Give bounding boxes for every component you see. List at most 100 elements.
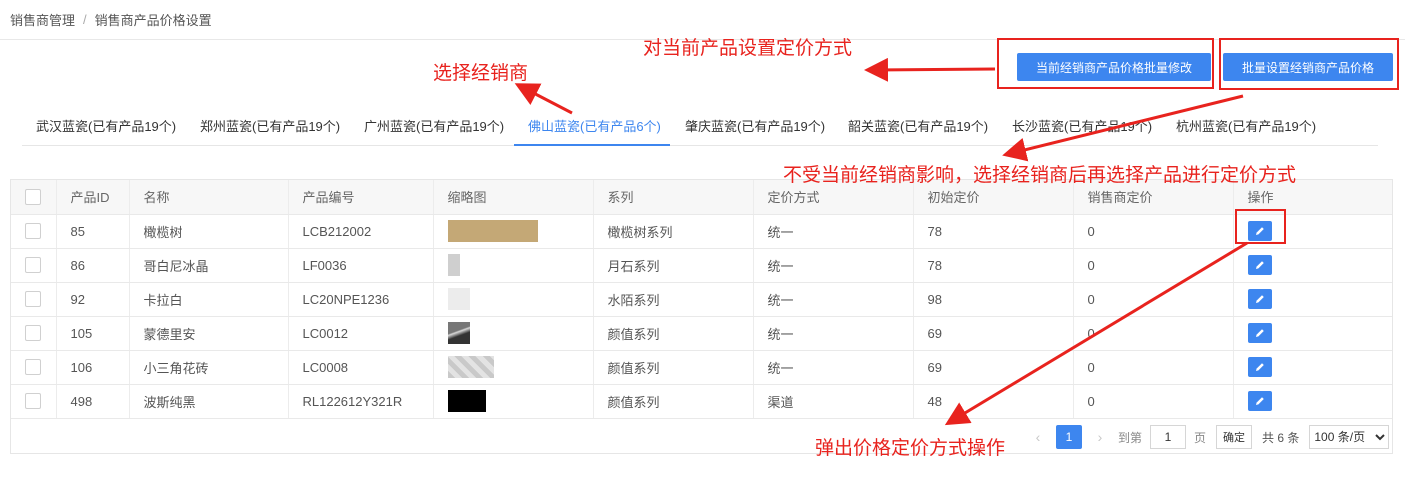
cell-dealer-price: 0 (1073, 214, 1234, 249)
select-all-checkbox[interactable] (25, 189, 41, 206)
cell-name: 小三角花砖 (129, 350, 289, 385)
product-thumbnail (447, 288, 470, 310)
table-row: 106 小三角花砖 LC0008 颜值系列 统一 69 0 (11, 350, 1392, 385)
cell-product-code: LC0008 (288, 350, 434, 385)
annotation-set-pricing: 对当前产品设置定价方式 (643, 37, 853, 59)
cell-dealer-price: 0 (1073, 350, 1234, 385)
pagination: ‹ 1 › 到第 页 确定 共 6 条 100 条/页 (1028, 424, 1390, 450)
cell-dealer-price: 0 (1073, 316, 1234, 351)
tab-dealer-foshan[interactable]: 佛山蓝瓷(已有产品6个) (514, 108, 670, 146)
tab-dealer-changsha[interactable]: 长沙蓝瓷(已有产品19个) (1012, 108, 1152, 146)
row-checkbox[interactable] (25, 291, 41, 308)
header-product-code: 产品编号 (288, 180, 434, 215)
page-unit-label: 页 (1194, 430, 1207, 445)
cell-product-code: LF0036 (288, 248, 434, 283)
header-select-all[interactable] (11, 180, 57, 215)
pencil-icon (1255, 227, 1264, 235)
batch-set-price-button[interactable]: 批量设置经销商产品价格 (1223, 53, 1393, 81)
goto-label: 到第 (1118, 430, 1143, 445)
cell-initial-price: 48 (913, 384, 1074, 419)
edit-pricing-button[interactable] (1247, 289, 1272, 309)
batch-edit-price-button[interactable]: 当前经销商产品价格批量修改 (1017, 53, 1211, 81)
cell-name: 橄榄树 (129, 214, 289, 249)
cell-name: 哥白尼冰晶 (129, 248, 289, 283)
header-series: 系列 (593, 180, 754, 215)
cell-series: 颜值系列 (593, 384, 754, 419)
table-row: 105 蒙德里安 LC0012 颜值系列 统一 69 0 (11, 316, 1392, 351)
table-row: 85 橄榄树 LCB212002 橄榄树系列 统一 78 0 (11, 214, 1392, 249)
cell-dealer-price: 0 (1073, 282, 1234, 317)
product-thumbnail (447, 254, 460, 276)
cell-pricing-method: 统一 (753, 316, 914, 351)
cell-product-id: 86 (56, 248, 130, 283)
product-thumbnail (447, 390, 486, 412)
pencil-icon (1255, 295, 1264, 303)
cell-name: 蒙德里安 (129, 316, 289, 351)
cell-dealer-price: 0 (1073, 384, 1234, 419)
product-thumbnail (447, 322, 470, 344)
page-size-select[interactable]: 100 条/页 (1309, 425, 1390, 449)
row-checkbox[interactable] (25, 257, 41, 274)
cell-initial-price: 69 (913, 350, 1074, 385)
breadcrumb-separator: / (83, 12, 87, 27)
total-count: 共 6 条 (1262, 430, 1300, 445)
row-checkbox[interactable] (25, 393, 41, 410)
cell-product-code: LC0012 (288, 316, 434, 351)
pencil-icon (1255, 261, 1264, 269)
tab-dealer-wuhan[interactable]: 武汉蓝瓷(已有产品19个) (36, 108, 176, 146)
annotation-choose-dealer: 选择经销商 (433, 62, 529, 84)
product-thumbnail (447, 356, 494, 378)
row-checkbox[interactable] (25, 223, 41, 240)
next-page-button[interactable]: › (1090, 429, 1110, 445)
edit-pricing-button[interactable] (1247, 323, 1272, 343)
annotation-independent: 不受当前经销商影响，选择经销商后再选择产品进行定价方式 (783, 164, 1297, 186)
cell-series: 颜值系列 (593, 350, 754, 385)
tab-dealer-zhengzhou[interactable]: 郑州蓝瓷(已有产品19个) (200, 108, 340, 146)
cell-product-id: 498 (56, 384, 130, 419)
header-product-id: 产品ID (56, 180, 130, 215)
cell-product-id: 106 (56, 350, 130, 385)
cell-series: 颜值系列 (593, 316, 754, 351)
edit-pricing-button[interactable] (1247, 221, 1272, 241)
goto-page-input[interactable] (1150, 425, 1187, 449)
arrow-to-set-pricing (864, 57, 996, 82)
tab-dealer-shaoguan[interactable]: 韶关蓝瓷(已有产品19个) (848, 108, 988, 146)
tab-dealer-guangzhou[interactable]: 广州蓝瓷(已有产品19个) (364, 108, 504, 146)
pencil-icon (1255, 397, 1264, 405)
edit-pricing-button[interactable] (1247, 255, 1272, 275)
prev-page-button[interactable]: ‹ (1028, 429, 1048, 445)
table-row: 92 卡拉白 LC20NPE1236 水陌系列 统一 98 0 (11, 282, 1392, 317)
cell-initial-price: 78 (913, 248, 1074, 283)
product-table: 产品ID 名称 产品编号 缩略图 系列 定价方式 初始定价 销售商定价 操作 8… (10, 179, 1393, 454)
cell-initial-price: 69 (913, 316, 1074, 351)
cell-product-code: LC20NPE1236 (288, 282, 434, 317)
cell-series: 橄榄树系列 (593, 214, 754, 249)
tab-dealer-hangzhou[interactable]: 杭州蓝瓷(已有产品19个) (1176, 108, 1316, 146)
breadcrumb-root[interactable]: 销售商管理 (10, 10, 75, 29)
table-row: 86 哥白尼冰晶 LF0036 月石系列 统一 78 0 (11, 248, 1392, 283)
table-row: 498 波斯纯黑 RL122612Y321R 颜值系列 渠道 48 0 (11, 384, 1392, 419)
tab-dealer-zhaoqing[interactable]: 肇庆蓝瓷(已有产品19个) (685, 108, 825, 146)
cell-product-id: 92 (56, 282, 130, 317)
breadcrumb-current: 销售商产品价格设置 (94, 13, 212, 28)
cell-pricing-method: 统一 (753, 282, 914, 317)
cell-product-code: RL122612Y321R (288, 384, 434, 419)
row-checkbox[interactable] (25, 359, 41, 376)
row-checkbox[interactable] (25, 325, 41, 342)
dealer-tabs: 武汉蓝瓷(已有产品19个) 郑州蓝瓷(已有产品19个) 广州蓝瓷(已有产品19个… (22, 108, 1378, 146)
cell-dealer-price: 0 (1073, 248, 1234, 283)
header-name: 名称 (129, 180, 289, 215)
cell-series: 月石系列 (593, 248, 754, 283)
cell-product-id: 105 (56, 316, 130, 351)
cell-name: 波斯纯黑 (129, 384, 289, 419)
edit-pricing-button[interactable] (1247, 357, 1272, 377)
page-number-current[interactable]: 1 (1056, 425, 1082, 449)
pencil-icon (1255, 363, 1264, 371)
edit-pricing-button[interactable] (1247, 391, 1272, 411)
header-thumbnail: 缩略图 (433, 180, 594, 215)
goto-confirm-button[interactable]: 确定 (1216, 425, 1253, 449)
pencil-icon (1255, 329, 1264, 337)
cell-product-id: 85 (56, 214, 130, 249)
cell-pricing-method: 统一 (753, 248, 914, 283)
cell-initial-price: 98 (913, 282, 1074, 317)
